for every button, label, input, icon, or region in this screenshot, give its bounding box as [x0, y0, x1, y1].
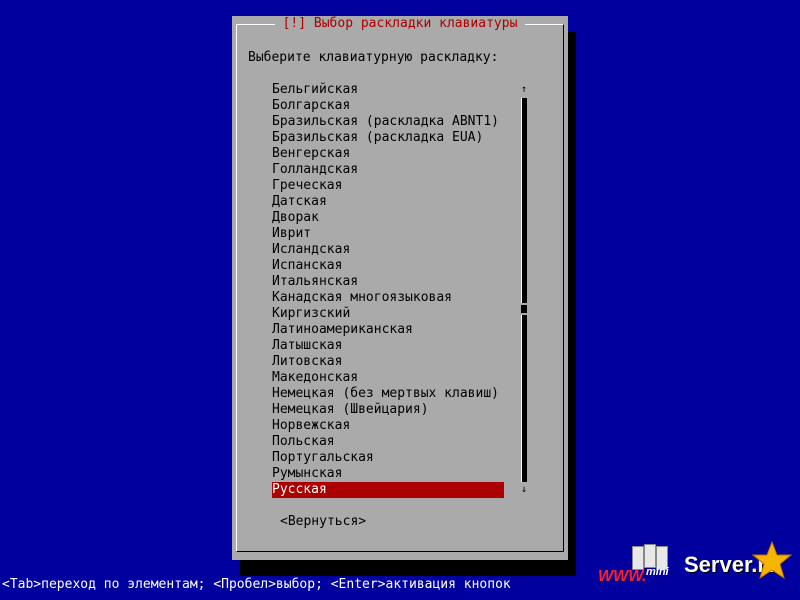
status-bar-hint: <Tab>переход по элементам; <Пробел>выбор…	[2, 577, 511, 592]
layout-list-scrollbar[interactable]: ↑ ↓	[520, 82, 528, 495]
scroll-up-icon[interactable]: ↑	[520, 82, 528, 98]
layout-list-item[interactable]: Немецкая (Швейцария)	[272, 402, 504, 418]
layout-list-item[interactable]: Испанская	[272, 258, 504, 274]
back-button[interactable]: <Вернуться>	[280, 514, 366, 530]
layout-list-item[interactable]: Латышская	[272, 338, 504, 354]
layout-list-item[interactable]: Исландская	[272, 242, 504, 258]
layout-list-item[interactable]: Норвежская	[272, 418, 504, 434]
layout-list-item[interactable]: Киргизский	[272, 306, 504, 322]
scroll-down-icon[interactable]: ↓	[520, 482, 528, 498]
layout-list-item[interactable]: Венгерская	[272, 146, 504, 162]
watermark-www: WWW.	[598, 568, 647, 585]
layout-list-item[interactable]: Итальянская	[272, 274, 504, 290]
dialog-title-container: [!] Выбор раскладки клавиатуры	[232, 16, 568, 32]
layout-list-item[interactable]: Датская	[272, 194, 504, 210]
layout-list-item[interactable]: Литовская	[272, 354, 504, 370]
layout-list-item[interactable]: Бразильская (раскладка EUA)	[272, 130, 504, 146]
layout-list-item[interactable]: Греческая	[272, 178, 504, 194]
layout-list-item[interactable]: Македонская	[272, 370, 504, 386]
layout-list-item[interactable]: Дворак	[272, 210, 504, 226]
star-icon	[752, 540, 792, 580]
layout-list-item[interactable]: Латиноамериканская	[272, 322, 504, 338]
dialog-prompt: Выберите клавиатурную раскладку:	[248, 50, 499, 65]
keyboard-layout-dialog: [!] Выбор раскладки клавиатуры Выберите …	[232, 16, 568, 560]
layout-list-item[interactable]: Бельгийская	[272, 82, 504, 98]
layout-list-item[interactable]: Немецкая (без мертвых клавиш)	[272, 386, 504, 402]
scroll-track-upper[interactable]	[521, 98, 527, 303]
layout-list[interactable]: Бельгийская Болгарская Бразильская (раскла…	[272, 82, 504, 498]
dialog-title: [!] Выбор раскладки клавиатуры	[274, 16, 526, 32]
layout-list-item[interactable]: Болгарская	[272, 98, 504, 114]
scroll-thumb[interactable]	[521, 305, 527, 313]
watermark-logo: WWW. mini Server.ru	[592, 540, 792, 592]
watermark-mini: mini	[646, 566, 669, 578]
layout-list-item[interactable]: Бразильская (раскладка ABNT1)	[272, 114, 504, 130]
layout-list-item[interactable]: Русская	[272, 482, 504, 498]
layout-list-item[interactable]: Румынская	[272, 466, 504, 482]
layout-list-item[interactable]: Канадская многоязыковая	[272, 290, 504, 306]
layout-list-item[interactable]: Голландская	[272, 162, 504, 178]
layout-list-item[interactable]: Иврит	[272, 226, 504, 242]
layout-list-item[interactable]: Польская	[272, 434, 504, 450]
layout-list-item[interactable]: Португальская	[272, 450, 504, 466]
scroll-track-lower[interactable]	[521, 315, 527, 482]
